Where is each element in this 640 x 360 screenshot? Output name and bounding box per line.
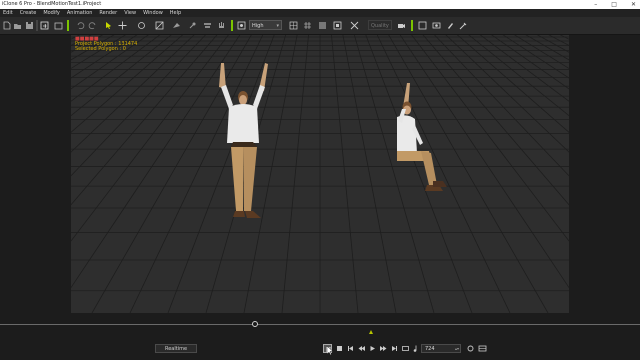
export-icon[interactable] [40, 21, 49, 30]
wireframe-icon[interactable] [289, 21, 298, 30]
grid-toggle-icon[interactable] [303, 21, 312, 30]
new-project-icon[interactable] [2, 21, 11, 30]
mouse-cursor-icon [327, 346, 333, 355]
move-icon[interactable] [118, 21, 127, 30]
window-title: iClone 6 Pro - BlendMotionTest1.iProject [2, 1, 102, 7]
render-quality-dropdown[interactable]: High ▾ [249, 20, 282, 30]
polygon-info-overlay: ■■■■■ Project Polygon : 131474 Selected … [75, 37, 137, 52]
minimize-icon[interactable]: – [594, 0, 597, 9]
toolbar-divider [36, 20, 38, 31]
pick-parent-icon[interactable] [172, 21, 181, 30]
3d-viewport[interactable]: ■■■■■ Project Polygon : 131474 Selected … [71, 35, 569, 313]
menu-create[interactable]: Create [20, 9, 37, 17]
preview-icon[interactable] [418, 21, 427, 30]
stop-icon[interactable] [335, 344, 344, 353]
timeline-scrubber[interactable] [252, 321, 258, 327]
quality-field[interactable]: Quality [368, 20, 392, 30]
current-frame-input[interactable]: 724 ▴▾ [421, 344, 461, 353]
toolbar-accent-divider [67, 20, 69, 31]
redo-icon[interactable] [88, 21, 97, 30]
maximize-icon[interactable]: □ [611, 0, 617, 9]
toolbar-accent-divider-2 [231, 20, 233, 31]
menu-render[interactable]: Render [99, 9, 117, 17]
ground-grid [71, 35, 569, 313]
prev-frame-icon[interactable] [357, 344, 366, 353]
timeline-marker [369, 330, 373, 334]
brush-icon[interactable] [446, 21, 455, 30]
undo-icon[interactable] [76, 21, 85, 30]
shadow-icon[interactable] [318, 21, 327, 30]
menu-view[interactable]: View [124, 9, 136, 17]
lighting-icon[interactable] [333, 21, 342, 30]
align-icon[interactable] [203, 21, 212, 30]
toolbar-accent-divider-3 [411, 20, 413, 31]
import-icon[interactable] [54, 21, 63, 30]
loop-icon[interactable] [401, 344, 410, 353]
menu-window[interactable]: Window [143, 9, 163, 17]
to-end-icon[interactable] [390, 344, 399, 353]
menu-edit[interactable]: Edit [3, 9, 13, 17]
rotate-icon[interactable] [137, 21, 146, 30]
timeline-track[interactable] [0, 324, 640, 325]
render-settings-icon[interactable] [237, 21, 246, 30]
attach-icon[interactable] [188, 21, 197, 30]
display-options-icon[interactable] [350, 21, 359, 30]
music-icon[interactable] [411, 344, 420, 353]
save-icon[interactable] [25, 21, 34, 30]
menu-help[interactable]: Help [170, 9, 181, 17]
settings-gear-icon[interactable] [466, 344, 475, 353]
to-start-icon[interactable] [346, 344, 355, 353]
play-icon[interactable] [368, 344, 377, 353]
close-icon[interactable]: ✕ [631, 0, 636, 9]
camera-icon[interactable] [397, 21, 406, 30]
select-icon[interactable] [104, 21, 113, 30]
render-quality-value: High [252, 23, 264, 29]
timeline-panel-icon[interactable] [478, 344, 487, 353]
next-frame-icon[interactable] [379, 344, 388, 353]
title-bar: iClone 6 Pro - BlendMotionTest1.iProject… [0, 0, 640, 9]
selected-polygon-count: Selected Polygon : 0 [75, 46, 126, 52]
window-controls: – □ ✕ [594, 0, 636, 9]
hand-icon[interactable] [217, 21, 226, 30]
eyedropper-icon[interactable] [459, 21, 468, 30]
spinner-icon[interactable]: ▴▾ [455, 345, 459, 353]
current-frame-value: 724 [425, 346, 435, 352]
menu-bar: Edit Create Modify Animation Render View… [0, 9, 640, 17]
open-folder-icon[interactable] [13, 21, 22, 30]
scale-icon[interactable] [155, 21, 164, 30]
screenshot-icon[interactable] [432, 21, 441, 30]
chevron-down-icon: ▾ [276, 23, 279, 29]
character-seated[interactable] [397, 83, 447, 191]
realtime-button[interactable]: Realtime [155, 344, 197, 353]
menu-animation[interactable]: Animation [67, 9, 93, 17]
menu-modify[interactable]: Modify [43, 9, 60, 17]
